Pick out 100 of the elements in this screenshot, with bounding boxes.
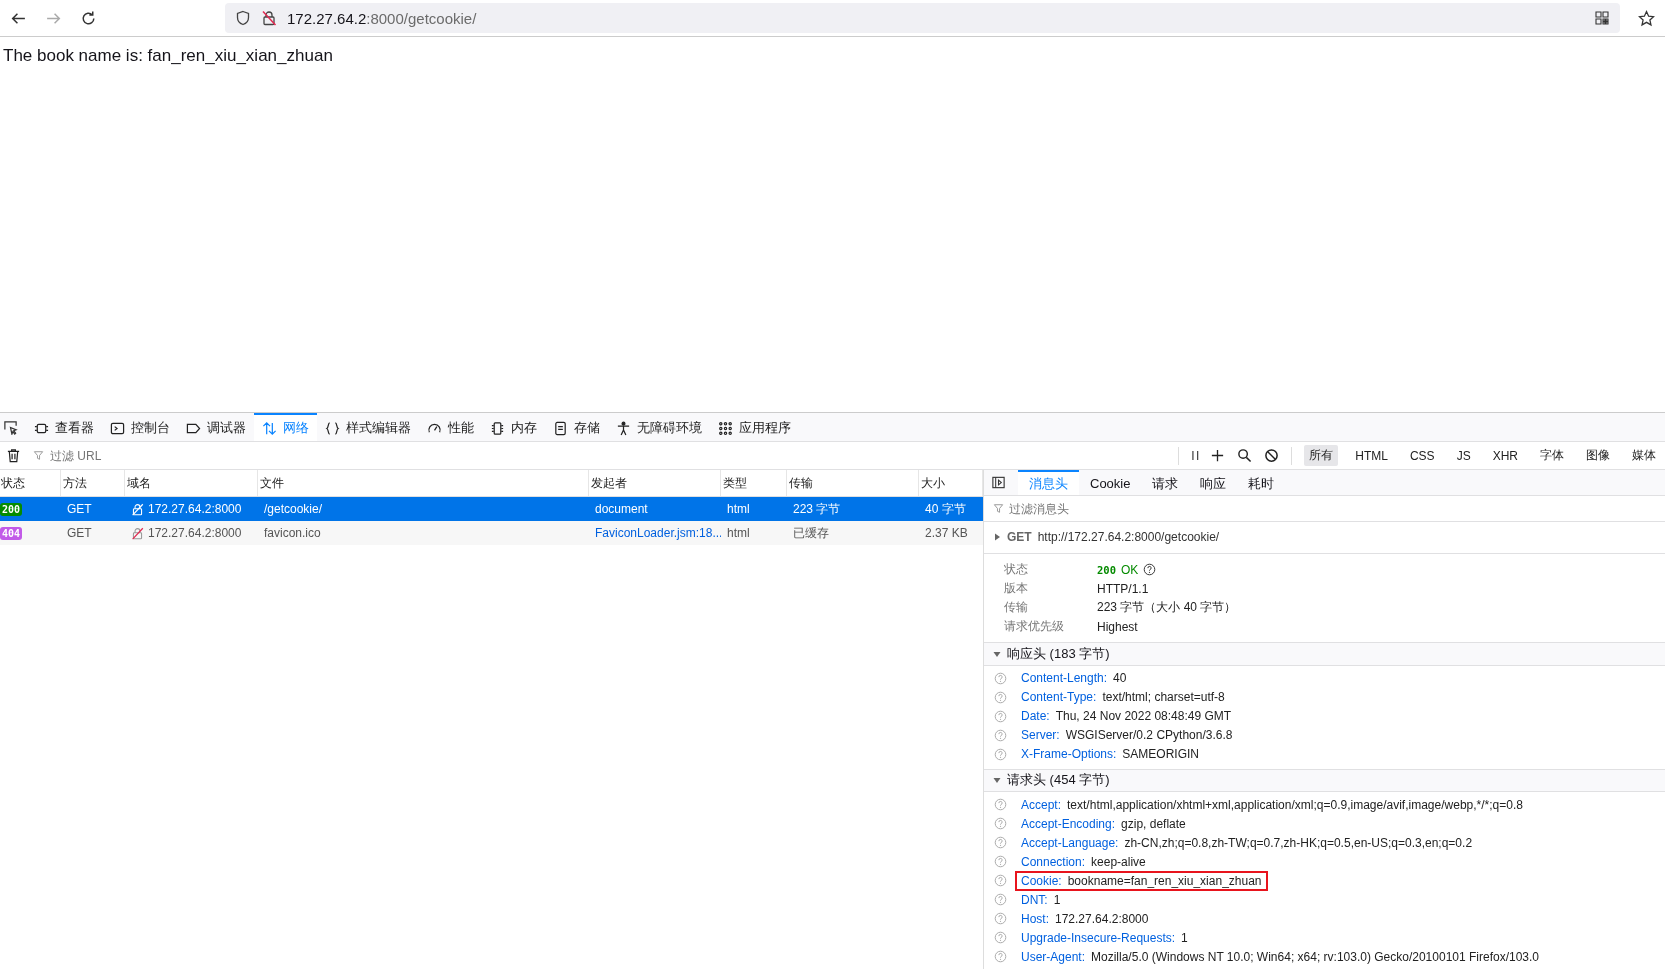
- column-header[interactable]: 大小: [919, 470, 983, 496]
- status-code: 200: [1097, 563, 1116, 576]
- column-header[interactable]: 方法: [61, 470, 125, 496]
- request-row[interactable]: 404 GET 172.27.64.2:8000 favicon.ico FaviconLoader.jsm:18... html 已缓存 2.37 KB: [0, 521, 983, 545]
- column-header[interactable]: 文件: [258, 470, 589, 496]
- header-value: bookname=fan_ren_xiu_xian_zhuan: [1067, 873, 1262, 888]
- header-name: Content-Type:: [1021, 690, 1097, 705]
- table-cell-text: 已缓存: [792, 524, 830, 542]
- detail-tab[interactable]: 耗时: [1237, 470, 1286, 496]
- detail-tab[interactable]: 请求: [1141, 470, 1190, 496]
- header-value: text/html; charset=utf-8: [1102, 690, 1225, 705]
- detail-tab[interactable]: 响应: [1189, 470, 1238, 496]
- request-url: http://172.27.64.2:8000/getcookie/: [1037, 530, 1220, 545]
- block-icon[interactable]: [1264, 448, 1280, 463]
- header-name: Server:: [1021, 728, 1060, 743]
- document-icon: [553, 420, 568, 436]
- panel-toggle-icon[interactable]: [991, 475, 1006, 491]
- triangle-icon: [993, 776, 1001, 785]
- table-cell-text: GET: [66, 526, 93, 540]
- section-header[interactable]: 响应头 (183 字节): [984, 642, 1665, 666]
- summary-value: Highest: [1097, 619, 1138, 634]
- devtools-tab[interactable]: 存储: [545, 413, 608, 441]
- devtools-tab[interactable]: 性能: [419, 413, 482, 441]
- devtools-tab[interactable]: 内存: [482, 413, 545, 441]
- url-path: :8000/getcookie/: [366, 9, 477, 27]
- devtools-tab[interactable]: 查看器: [26, 413, 102, 441]
- star-icon[interactable]: [1638, 9, 1655, 27]
- status-code: 200: [0, 503, 23, 516]
- request-row[interactable]: 200 GET 172.27.64.2:8000 /getcookie/ document html 223 字节 40 字节: [0, 497, 983, 521]
- header-value: text/html,application/xhtml+xml,application/xml;q=0.9,image/avif,image/webp,*/*;q=0.8: [1067, 797, 1523, 812]
- url-filter-field[interactable]: 过滤 URL: [48, 447, 1167, 464]
- header-name: Accept-Language:: [1021, 835, 1119, 850]
- table-cell-text: html: [726, 502, 751, 516]
- shield-icon[interactable]: [235, 10, 251, 26]
- devtools-tab[interactable]: 控制台: [102, 413, 178, 441]
- trash-icon[interactable]: [6, 448, 21, 463]
- help-icon[interactable]: [1143, 563, 1157, 577]
- table-cell: 172.27.64.2:8000: [148, 526, 242, 540]
- element-picker-icon[interactable]: [3, 419, 18, 435]
- triangle-icon: [993, 649, 1001, 658]
- expand-triangle-icon[interactable]: [993, 533, 1001, 542]
- devtools-tab[interactable]: 调试器: [178, 413, 254, 441]
- address-bar[interactable]: 172.27.64.2:8000/getcookie/: [225, 3, 1620, 33]
- type-filter-button[interactable]: CSS: [1404, 446, 1440, 465]
- initiator-link[interactable]: document: [589, 502, 721, 516]
- summary-label: 版本: [1004, 580, 1029, 598]
- header-value: 1: [1053, 892, 1061, 907]
- devtools-tab[interactable]: 无障碍环境: [608, 413, 710, 441]
- table-cell-text: favicon.ico: [263, 526, 322, 540]
- table-cell-text: 40 字节: [924, 500, 967, 518]
- table-cell-text: 2.37 KB: [924, 526, 969, 540]
- column-header[interactable]: 传输: [787, 470, 919, 496]
- summary-value: 223 字节（大小 40 字节）: [1097, 599, 1237, 617]
- header-name: Upgrade-Insecure-Requests:: [1021, 930, 1176, 945]
- type-filter-button[interactable]: JS: [1451, 446, 1476, 465]
- type-filter-button[interactable]: 图像: [1581, 445, 1615, 466]
- header-value: 1: [1181, 930, 1188, 945]
- devtools-tab[interactable]: 样式编辑器: [317, 413, 419, 441]
- column-header[interactable]: 发起者: [589, 470, 721, 496]
- pause-button[interactable]: I I: [1191, 448, 1199, 463]
- header-value: SAMEORIGIN: [1122, 747, 1200, 762]
- header-filter-field[interactable]: 过滤消息头: [1007, 500, 1665, 517]
- reload-icon[interactable]: [80, 9, 97, 27]
- filter-icon: [33, 450, 44, 461]
- type-filter-button[interactable]: XHR: [1487, 446, 1523, 465]
- type-filter-button[interactable]: 字体: [1535, 445, 1569, 466]
- plus-icon[interactable]: [1210, 448, 1226, 463]
- up-down-arrows-icon: [262, 420, 277, 436]
- header-name: Content-Length:: [1021, 671, 1108, 686]
- header-name: Host:: [1021, 911, 1049, 926]
- column-header[interactable]: 类型: [721, 470, 787, 496]
- initiator-link[interactable]: FaviconLoader.jsm:18...: [589, 526, 721, 540]
- devtools-tab[interactable]: 应用程序: [710, 413, 799, 441]
- table-cell-text: 223 字节: [792, 500, 842, 518]
- filter-icon: [993, 503, 1004, 515]
- header-value: 172.27.64.2:8000: [1055, 911, 1149, 926]
- crossed-lock-icon[interactable]: [261, 10, 277, 26]
- request-method: GET: [1007, 530, 1032, 545]
- header-value: zh-CN,zh;q=0.8,zh-TW;q=0.7,zh-HK;q=0.5,en-US;q=0.3,en;q=0.2: [1124, 835, 1473, 850]
- person-icon: [616, 420, 631, 436]
- header-value: keep-alive: [1091, 854, 1146, 869]
- table-cell: 172.27.64.2:8000: [148, 502, 242, 516]
- header-value: WSGIServer/0.2 CPython/3.6.8: [1065, 728, 1233, 743]
- table-cell-text: /getcookie/: [263, 502, 324, 516]
- type-filter-button[interactable]: 所有: [1304, 445, 1339, 466]
- search-icon[interactable]: [1237, 448, 1253, 463]
- header-name: Accept-Encoding:: [1021, 816, 1116, 831]
- detail-tab[interactable]: Cookie: [1079, 470, 1142, 496]
- summary-value: HTTP/1.1: [1097, 581, 1149, 596]
- devtools-tab[interactable]: 网络: [254, 413, 317, 441]
- type-filter-button[interactable]: HTML: [1350, 446, 1393, 465]
- column-header[interactable]: 域名: [125, 470, 258, 496]
- terminal-icon: [110, 420, 125, 436]
- column-header[interactable]: 状态: [0, 470, 61, 496]
- type-filter-button[interactable]: 媒体: [1627, 445, 1661, 466]
- summary-label: 请求优先级: [1004, 618, 1065, 636]
- section-header[interactable]: 请求头 (454 字节): [984, 768, 1665, 792]
- summary-label: 状态: [1004, 561, 1029, 579]
- qr-code-icon[interactable]: [1594, 10, 1610, 26]
- detail-tab[interactable]: 消息头: [1018, 470, 1079, 496]
